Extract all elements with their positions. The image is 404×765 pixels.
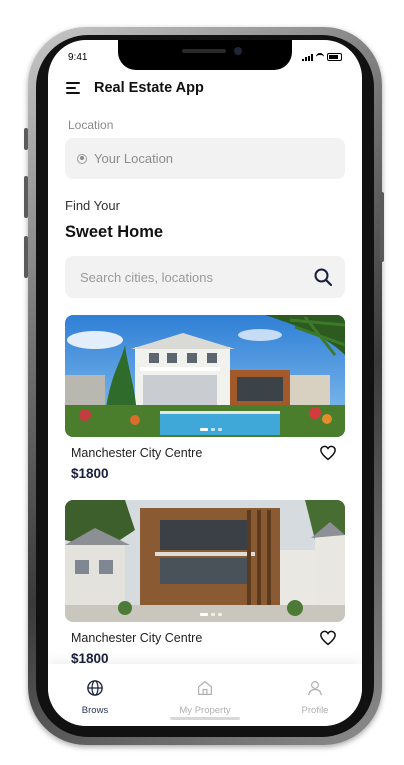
volume-down-button [24, 236, 28, 278]
globe-icon [87, 680, 103, 696]
phone-screen: 9:41 Real Estate App Location Your Locat… [48, 40, 362, 726]
heart-outline-icon[interactable] [319, 629, 337, 647]
nav-label-browse: Brows [81, 705, 109, 716]
modern-wood-house-photo[interactable] [65, 500, 345, 622]
wifi-icon [316, 53, 324, 61]
home-icon [198, 681, 212, 695]
listing-price: $1800 [71, 466, 109, 481]
listing-card[interactable]: Manchester City Centre $1800 [65, 500, 345, 666]
app-title: Real Estate App [94, 80, 204, 96]
status-time: 9:41 [68, 52, 88, 63]
search-placeholder: Search cities, locations [80, 269, 213, 285]
location-field[interactable]: Your Location [65, 138, 345, 179]
hero-line-2: Sweet Home [65, 223, 164, 241]
hamburger-menu-icon[interactable] [66, 79, 80, 97]
location-label: Location [68, 118, 114, 132]
front-camera [234, 47, 242, 55]
app-header: Real Estate App [66, 79, 204, 97]
nav-label-my-property: My Property [179, 705, 231, 716]
user-icon [308, 681, 322, 696]
nav-label-profile: Profile [301, 705, 329, 716]
hero-line-1: Find Your [65, 198, 120, 213]
white-house-with-pool-photo[interactable] [65, 315, 345, 437]
heart-outline-icon[interactable] [319, 444, 337, 462]
image-pager-dots [200, 613, 222, 616]
notch [118, 40, 292, 70]
mute-switch [24, 128, 28, 150]
search-icon[interactable] [313, 267, 333, 287]
volume-up-button [24, 176, 28, 218]
speaker-grille [182, 49, 226, 53]
nav-item-profile[interactable]: Profile [275, 679, 355, 718]
location-placeholder: Your Location [94, 151, 174, 166]
search-input[interactable]: Search cities, locations [65, 256, 345, 298]
listing-card[interactable]: Manchester City Centre $1800 [65, 315, 345, 481]
listing-name: Manchester City Centre [71, 446, 203, 460]
nav-item-my-property[interactable]: My Property [165, 679, 245, 718]
cellular-signal-icon [302, 53, 313, 61]
battery-icon [327, 53, 342, 61]
status-icons [302, 53, 342, 61]
power-button [380, 192, 384, 262]
location-radio-icon [77, 153, 87, 164]
image-pager-dots [200, 428, 222, 431]
home-indicator[interactable] [170, 717, 240, 720]
listing-name: Manchester City Centre [71, 631, 203, 645]
nav-item-browse[interactable]: Brows [55, 679, 135, 718]
